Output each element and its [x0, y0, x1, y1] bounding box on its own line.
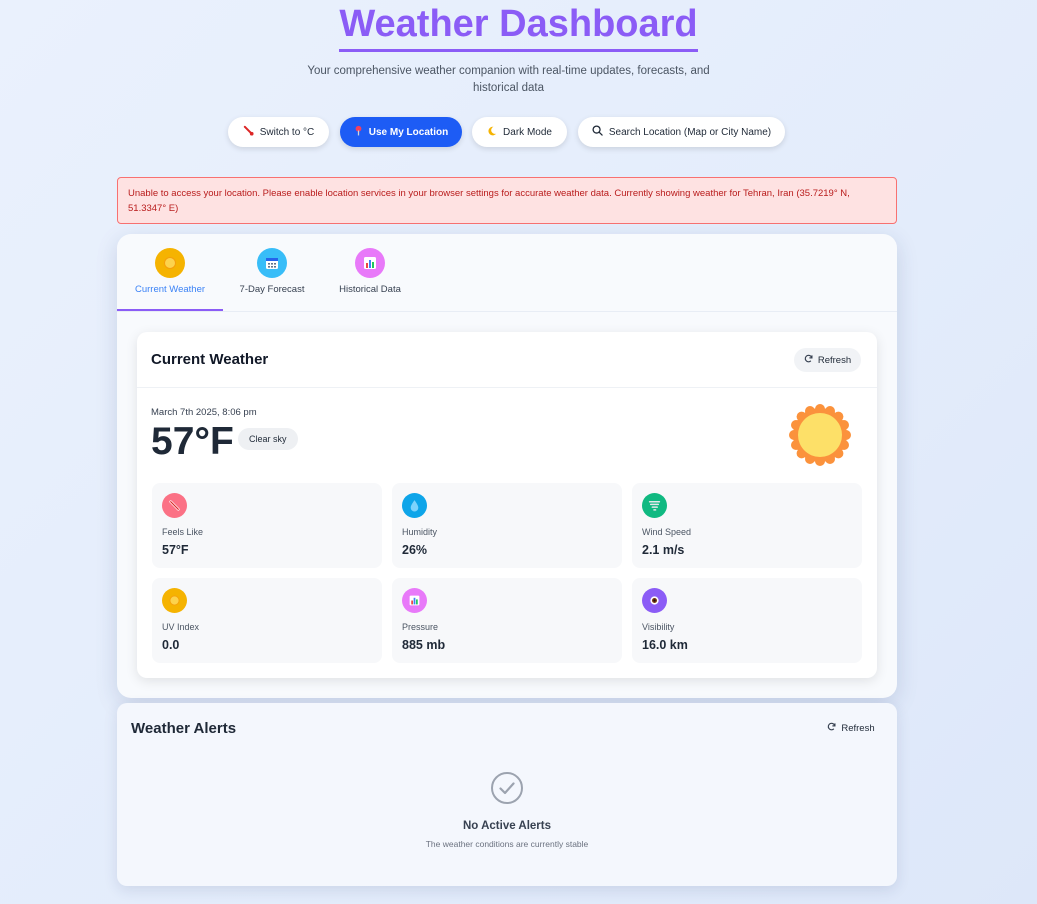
tab-forecast[interactable]: 7-Day Forecast	[219, 248, 325, 295]
bar-chart-icon	[355, 248, 385, 278]
alerts-title: Weather Alerts	[131, 720, 237, 737]
tab-bar: Current Weather 7-Day Forecast Historica…	[117, 234, 897, 312]
stat-label: Humidity	[402, 527, 438, 537]
dark-mode-button[interactable]: Dark Mode	[472, 117, 567, 147]
sun-icon	[789, 404, 851, 466]
stat-value: 0.0	[162, 638, 180, 652]
active-tab-indicator	[117, 309, 223, 311]
tab-historical[interactable]: Historical Data	[317, 248, 423, 295]
stat-value: 16.0 km	[642, 638, 688, 652]
stat-visibility: Visibility 16.0 km	[632, 578, 862, 663]
search-location-button[interactable]: Search Location (Map or City Name)	[578, 117, 785, 147]
stat-feels-like: Feels Like 57°F	[152, 483, 382, 568]
tab-current-weather[interactable]: Current Weather	[117, 248, 223, 295]
stat-label: Visibility	[642, 622, 675, 632]
switch-unit-label: Switch to °C	[259, 126, 315, 138]
refresh-icon	[804, 354, 813, 366]
stat-label: UV Index	[162, 622, 200, 632]
current-weather-card: Current Weather Refresh March 7th 2025, …	[137, 332, 877, 678]
thermometer-icon	[243, 125, 254, 139]
card-header: Current Weather Refresh	[137, 332, 877, 388]
stat-value: 57°F	[162, 543, 189, 557]
stat-value: 2.1 m/s	[642, 543, 685, 557]
use-location-label: Use My Location	[368, 126, 449, 138]
no-alerts-subtitle: The weather conditions are currently sta…	[425, 839, 589, 849]
eye-icon	[642, 588, 667, 613]
search-icon	[592, 125, 603, 139]
use-location-button[interactable]: Use My Location	[340, 117, 462, 147]
droplet-icon	[402, 493, 427, 518]
refresh-icon	[827, 722, 836, 734]
moon-icon	[487, 126, 497, 139]
bar-chart-icon	[402, 588, 427, 613]
sun-icon	[155, 248, 185, 278]
stat-value: 885 mb	[402, 638, 446, 652]
stat-pressure: Pressure 885 mb	[392, 578, 622, 663]
observation-time: March 7th 2025, 8:06 pm	[151, 407, 257, 418]
no-alerts-title: No Active Alerts	[463, 820, 551, 832]
stat-humidity: Humidity 26%	[392, 483, 622, 568]
sun-icon	[162, 588, 187, 613]
stat-label: Pressure	[402, 622, 439, 632]
card-title: Current Weather	[151, 351, 269, 368]
stat-value: 26%	[402, 543, 428, 557]
tab-label: 7-Day Forecast	[239, 284, 305, 295]
stat-label: Feels Like	[162, 527, 204, 537]
stat-wind-speed: Wind Speed 2.1 m/s	[632, 483, 862, 568]
page-subtitle: Your comprehensive weather companion wit…	[307, 65, 710, 94]
location-error-banner: Unable to access your location. Please e…	[117, 177, 897, 224]
weather-alerts-panel: Weather Alerts Refresh No Active Alerts …	[117, 703, 897, 886]
thermometer-icon	[162, 493, 187, 518]
search-location-label: Search Location (Map or City Name)	[608, 126, 772, 138]
switch-unit-button[interactable]: Switch to °C	[228, 117, 329, 147]
calendar-icon	[257, 248, 287, 278]
refresh-button[interactable]: Refresh	[794, 348, 861, 372]
current-temperature: 57°F	[151, 420, 234, 463]
pin-icon	[354, 125, 363, 139]
tab-label: Historical Data	[339, 284, 401, 295]
dark-mode-label: Dark Mode	[503, 126, 552, 138]
check-circle-icon	[491, 772, 523, 804]
stat-label: Wind Speed	[642, 527, 692, 537]
refresh-label: Refresh	[817, 354, 852, 366]
page-title: Weather Dashboard	[339, 2, 698, 52]
page-header: Weather Dashboard	[0, 2, 1037, 52]
tornado-icon	[642, 493, 667, 518]
tab-label: Current Weather	[134, 284, 206, 295]
stat-uv-index: UV Index 0.0	[152, 578, 382, 663]
condition-badge: Clear sky	[238, 428, 298, 450]
main-panel: Current Weather 7-Day Forecast Historica…	[117, 234, 897, 698]
refresh-label: Refresh	[841, 722, 875, 734]
alerts-refresh-button[interactable]: Refresh	[821, 716, 881, 740]
